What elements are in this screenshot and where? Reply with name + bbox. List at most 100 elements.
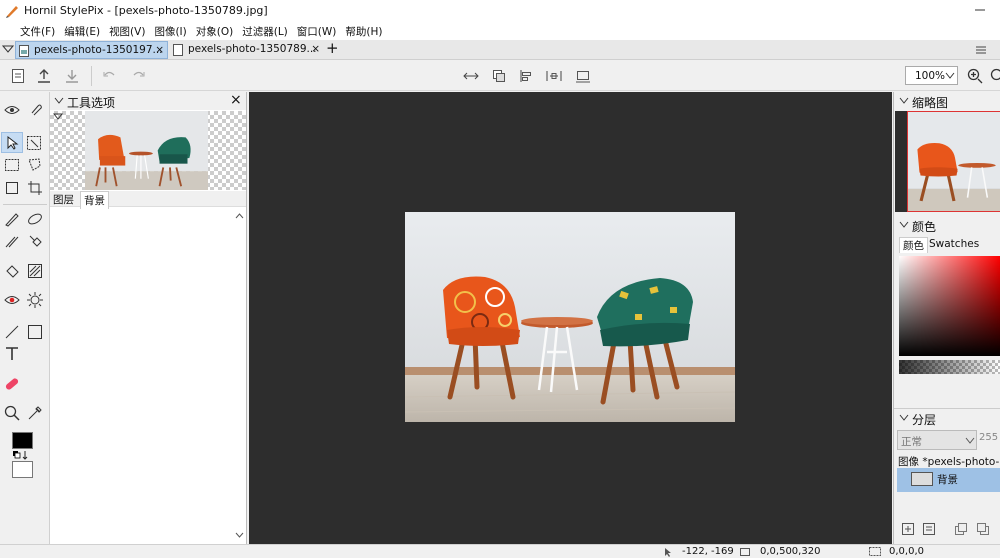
fill-bucket-icon[interactable] — [4, 263, 20, 279]
layer-up-icon[interactable] — [954, 522, 968, 536]
eye-icon[interactable] — [4, 104, 20, 116]
status-bar: -122, -169 0,0,500,320 0,0,0,0 — [0, 544, 1000, 558]
tab-swatches[interactable]: Swatches — [929, 238, 979, 250]
zoom-combobox[interactable]: 100% — [905, 66, 958, 85]
cursor-position: -122, -169 — [682, 546, 734, 557]
menu-view[interactable]: 视图(V) — [109, 22, 145, 39]
preview-thumbnail — [85, 111, 208, 190]
brightness-icon[interactable] — [27, 292, 43, 308]
resize-canvas-icon[interactable] — [575, 68, 591, 84]
background-color-swatch[interactable] — [12, 461, 33, 478]
tab-document-1[interactable]: pexels-photo-1350197... × — [15, 41, 168, 59]
tool-divider — [3, 204, 47, 205]
add-layer-icon[interactable] — [901, 522, 915, 536]
options-tabs: 图层 背景 — [50, 191, 246, 209]
crop-icon[interactable] — [27, 180, 43, 196]
cursor-icon — [664, 547, 674, 557]
menu-window[interactable]: 窗口(W) — [297, 22, 337, 39]
rectangle-shape-icon[interactable] — [27, 324, 43, 340]
chevron-down-icon — [965, 437, 975, 445]
transform-select-icon[interactable] — [26, 135, 42, 151]
gradient-icon[interactable] — [27, 263, 43, 279]
brush-icon[interactable] — [4, 211, 20, 227]
stamp-icon[interactable] — [27, 233, 43, 249]
chevron-down-icon[interactable] — [54, 97, 64, 105]
selection-rect-2: 0,0,0,0 — [889, 546, 924, 557]
undo-icon[interactable] — [102, 69, 116, 83]
zoom-in-icon[interactable] — [967, 68, 983, 84]
window-title: Hornil StylePix - [pexels-photo-1350789.… — [24, 4, 268, 17]
select-tool-button[interactable] — [1, 132, 23, 153]
tab-list-icon[interactable] — [2, 44, 14, 54]
new-tab-button[interactable]: + — [326, 39, 339, 57]
selection-marquee-icon — [868, 546, 882, 557]
tab-document-2[interactable]: pexels-photo-1350789... × — [170, 41, 323, 59]
zoom-tool-icon[interactable] — [4, 405, 20, 421]
opacity-value[interactable]: 255 — [979, 432, 998, 443]
tab-label: pexels-photo-1350197... — [34, 44, 163, 56]
line-icon[interactable] — [4, 324, 20, 340]
menu-edit[interactable]: 编辑(E) — [64, 22, 100, 39]
minimize-icon[interactable] — [974, 4, 986, 16]
tab-close-button[interactable]: × — [155, 44, 164, 56]
panel-header: 工具选项 × — [50, 92, 246, 110]
scroll-up-icon[interactable] — [235, 212, 244, 219]
blend-mode-select[interactable]: 正常 — [897, 430, 977, 450]
zoom-value: 100% — [915, 70, 946, 82]
layer-row-background[interactable]: 背景 — [897, 468, 1000, 492]
chevron-down-icon[interactable] — [899, 414, 909, 422]
tab-close-button[interactable]: × — [311, 43, 320, 55]
arrange-icon[interactable] — [492, 69, 506, 83]
app-logo-icon — [5, 4, 19, 18]
alpha-slider[interactable] — [899, 360, 1000, 374]
foreground-color-swatch[interactable] — [12, 432, 33, 449]
eraser-icon[interactable] — [27, 211, 43, 227]
menu-help[interactable]: 帮助(H) — [345, 22, 382, 39]
redo-icon[interactable] — [132, 69, 146, 83]
text-tool-icon[interactable] — [4, 346, 20, 362]
thumbnail-viewport[interactable] — [907, 111, 1000, 212]
tab-layers[interactable]: 图层 — [53, 192, 74, 207]
menu-image[interactable]: 图像(I) — [154, 22, 186, 39]
right-panels: 缩略图 颜色 颜色 Swatches 分层 正常 255 图像 *pexels-… — [893, 92, 1000, 544]
tab-background[interactable]: 背景 — [80, 191, 109, 209]
panel-close-button[interactable]: × — [230, 92, 242, 108]
eyedropper-icon[interactable] — [27, 405, 43, 421]
canvas-area[interactable] — [249, 92, 892, 544]
crop-frame-icon[interactable] — [4, 180, 20, 196]
export-icon[interactable] — [36, 68, 52, 84]
collapse-icon[interactable] — [53, 113, 63, 121]
layer-thumbnail — [911, 472, 933, 486]
menu-filter[interactable]: 过滤器(L) — [242, 22, 288, 39]
zoom-out-icon[interactable] — [990, 68, 1000, 84]
chevron-down-icon[interactable] — [899, 97, 909, 105]
healing-icon[interactable] — [4, 376, 20, 392]
align-left-icon[interactable] — [519, 69, 533, 83]
new-document-icon[interactable] — [10, 68, 26, 84]
rect-select-icon[interactable] — [4, 157, 20, 173]
paperclip-icon[interactable] — [28, 103, 42, 117]
tab-menu-icon[interactable] — [975, 44, 987, 56]
tools-panel — [0, 92, 50, 544]
swap-colors-icon[interactable] — [12, 450, 32, 460]
chevron-down-icon[interactable] — [899, 221, 909, 229]
pencil-icon[interactable] — [4, 233, 20, 249]
color-picker-field[interactable] — [899, 256, 1000, 356]
document-tab-bar: pexels-photo-1350197... × pexels-photo-1… — [0, 39, 1000, 60]
document-icon — [173, 44, 183, 56]
options-scrollbar[interactable] — [233, 210, 246, 540]
menu-object[interactable]: 对象(O) — [196, 22, 233, 39]
menu-file[interactable]: 文件(F) — [20, 22, 55, 39]
flip-horizontal-icon[interactable] — [463, 69, 479, 83]
import-icon[interactable] — [64, 68, 80, 84]
tab-color[interactable]: 颜色 — [899, 237, 928, 253]
blend-mode-value: 正常 — [901, 436, 922, 448]
canvas-image[interactable] — [405, 212, 735, 422]
thumbnail-view[interactable] — [895, 111, 1000, 212]
duplicate-layer-icon[interactable] — [922, 522, 936, 536]
distribute-icon[interactable] — [546, 69, 562, 83]
scroll-down-icon[interactable] — [235, 532, 244, 539]
layer-down-icon[interactable] — [976, 522, 990, 536]
lasso-icon[interactable] — [27, 157, 43, 173]
red-eye-icon[interactable] — [4, 294, 20, 306]
